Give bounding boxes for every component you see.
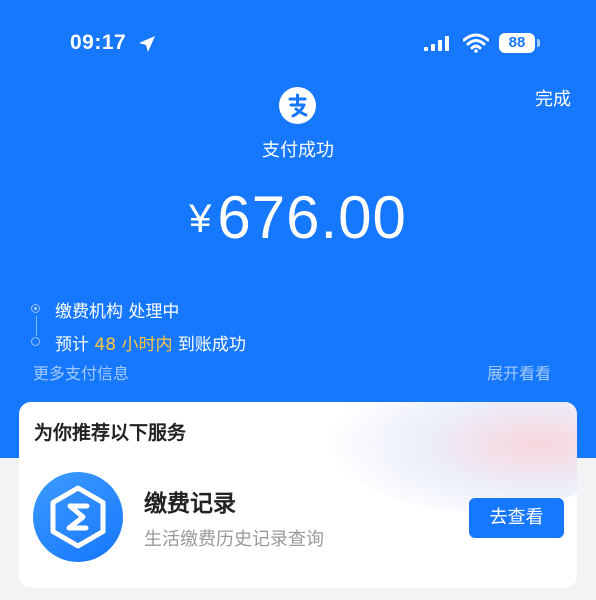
status-bar: 09:17 88 (0, 0, 596, 80)
estimate-suffix: 到账成功 (172, 335, 246, 355)
progress-step-estimate: 预计 48 小时内 到账成功 (55, 330, 246, 355)
more-payment-info-link[interactable]: 更多支付信息 (33, 360, 129, 384)
expand-link[interactable]: 展开看看 (487, 360, 551, 384)
service-name[interactable]: 缴费记录 (144, 484, 236, 518)
payment-amount: ¥676.00 (0, 186, 596, 265)
recommend-title: 为你推荐以下服务 (34, 422, 187, 444)
card-decoration (329, 402, 577, 512)
view-records-button[interactable]: 去查看 (469, 498, 564, 538)
location-arrow-icon (139, 36, 155, 52)
battery-icon: 88 (499, 33, 535, 53)
progress-step-processing: 缴费机构 处理中 (55, 302, 180, 322)
timeline-dot-estimate (31, 337, 40, 346)
estimate-prefix: 预计 (55, 335, 95, 355)
service-description: 生活缴费历史记录查询 (144, 529, 324, 550)
timeline-connector (36, 316, 37, 336)
payment-success-text: 支付成功 (262, 140, 334, 161)
cellular-signal-icon (424, 36, 449, 51)
timeline-dot-processing (31, 304, 40, 313)
status-time: 09:17 (70, 31, 127, 54)
currency-symbol: ¥ (189, 197, 212, 241)
recommend-card: 为你推荐以下服务 缴费记录 生活缴费历史记录查询 去查看 (19, 402, 577, 588)
estimate-duration: 48 小时内 (94, 335, 173, 355)
amount-value: 676.00 (217, 184, 407, 251)
wifi-icon (463, 33, 489, 53)
done-button[interactable]: 完成 (535, 85, 571, 111)
payment-records-icon[interactable] (33, 472, 123, 562)
alipay-logo-icon (279, 87, 316, 124)
battery-cap (537, 39, 540, 47)
